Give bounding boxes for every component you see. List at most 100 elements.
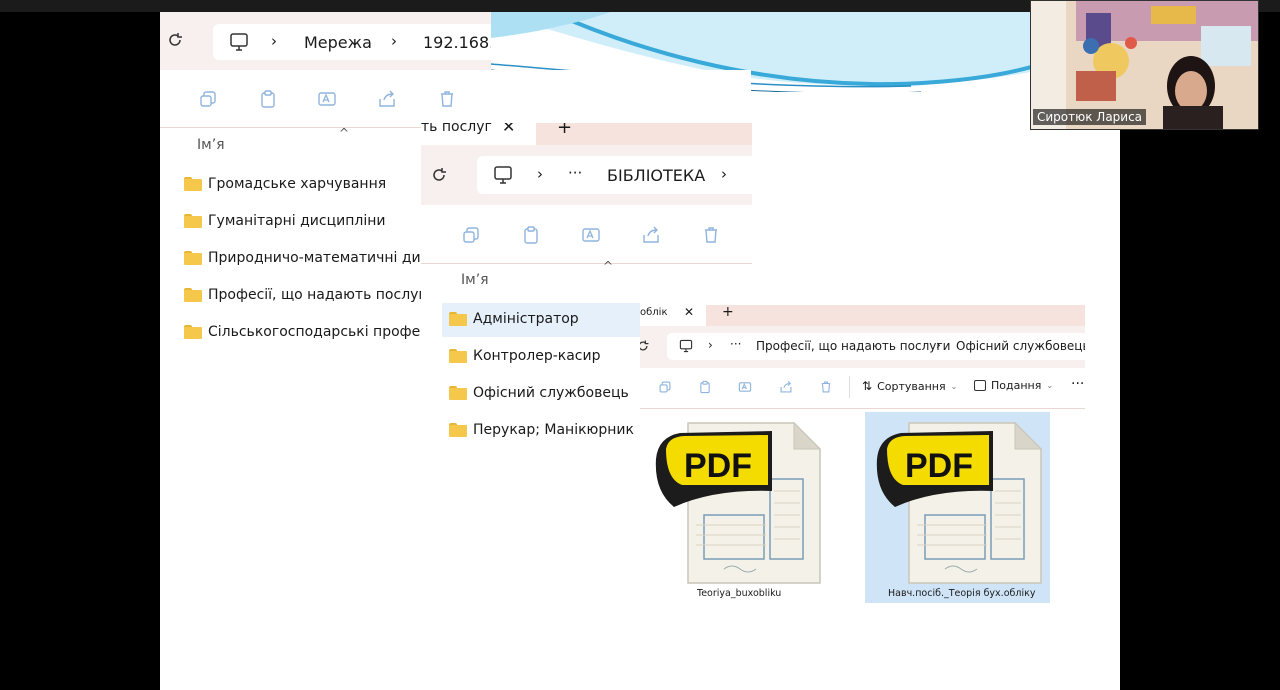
explorer-window-office-clerk: облік ✕ + › ··· Професії, що надають пос… bbox=[640, 305, 1085, 680]
share-icon[interactable] bbox=[641, 225, 661, 245]
refresh-icon[interactable] bbox=[640, 339, 650, 353]
more-icon[interactable]: ··· bbox=[730, 337, 741, 351]
sort-label: Сортування bbox=[877, 379, 946, 393]
new-tab-icon[interactable]: + bbox=[557, 123, 572, 138]
chevron-right-icon: › bbox=[537, 165, 543, 183]
view-icon bbox=[974, 380, 986, 391]
folder-row[interactable]: Професії, що надають послуги bbox=[184, 287, 435, 303]
breadcrumb-item[interactable]: БІБЛІОТЕКА bbox=[607, 166, 705, 185]
computer-icon[interactable] bbox=[229, 32, 249, 52]
delete-icon[interactable] bbox=[819, 380, 833, 394]
pdf-file-icon: PDF bbox=[876, 421, 1043, 584]
rename-icon[interactable] bbox=[317, 89, 337, 109]
divider bbox=[849, 376, 850, 398]
column-header-name[interactable]: Ім’я bbox=[461, 272, 489, 288]
command-bar bbox=[421, 205, 752, 264]
chevron-down-icon: ⌄ bbox=[1046, 381, 1054, 390]
chevron-right-icon: › bbox=[708, 338, 713, 352]
file-name: Навч.посіб._Теорія бух.обліку bbox=[888, 588, 1036, 599]
delete-icon[interactable] bbox=[437, 89, 457, 109]
folder-row[interactable]: Контролер-касир bbox=[449, 348, 600, 364]
command-bar bbox=[160, 70, 491, 128]
refresh-icon[interactable] bbox=[166, 31, 184, 49]
paste-icon[interactable] bbox=[258, 89, 278, 109]
folder-icon bbox=[184, 251, 202, 265]
svg-text:PDF: PDF bbox=[905, 447, 973, 485]
folder-row[interactable]: Офісний службовець bbox=[449, 385, 629, 401]
tab-strip: облік ✕ + bbox=[640, 305, 1085, 326]
chevron-right-icon: › bbox=[721, 165, 727, 183]
folder-row[interactable]: Громадське харчування bbox=[184, 176, 386, 192]
tab-label: ть послуг bbox=[421, 123, 492, 135]
refresh-icon[interactable] bbox=[430, 166, 448, 184]
column-header-name[interactable]: Ім’я bbox=[197, 137, 225, 153]
sort-icon: ⇅ bbox=[862, 379, 873, 393]
sort-button[interactable]: ⇅ Сортування ⌄ bbox=[862, 379, 957, 393]
command-bar: ⇅ Сортування ⌄ Подання ⌄ ··· bbox=[640, 368, 1085, 409]
folder-row[interactable]: Адміністратор bbox=[449, 311, 579, 327]
share-icon[interactable] bbox=[779, 380, 793, 394]
close-tab-icon[interactable]: ✕ bbox=[502, 123, 515, 136]
computer-icon[interactable] bbox=[493, 165, 513, 185]
folder-name: Гуманітарні дисципліни bbox=[208, 213, 386, 229]
rename-icon[interactable] bbox=[738, 380, 752, 394]
folder-row[interactable]: Природничо-математичні дис bbox=[184, 250, 428, 266]
sort-up-icon: ^ bbox=[339, 126, 350, 140]
copy-icon[interactable] bbox=[198, 89, 218, 109]
copy-icon[interactable] bbox=[461, 225, 481, 245]
folder-icon bbox=[184, 214, 202, 228]
svg-text:PDF: PDF bbox=[684, 447, 752, 485]
sort-up-icon: ^ bbox=[603, 259, 614, 273]
chevron-right-icon: › bbox=[936, 338, 941, 352]
paste-icon[interactable] bbox=[521, 225, 541, 245]
file-tile[interactable]: PDF Teoriya_buxobliku bbox=[654, 413, 839, 603]
address-bar: › ··· Професії, що надають послуги › Офі… bbox=[640, 326, 1085, 369]
breadcrumb-item[interactable]: Офісний службовець bbox=[956, 339, 1085, 353]
folder-name: Контролер-касир bbox=[473, 348, 601, 364]
folder-icon bbox=[449, 312, 467, 326]
rename-icon[interactable] bbox=[581, 225, 601, 245]
chevron-right-icon: › bbox=[271, 32, 277, 50]
tab-active[interactable]: облік ✕ bbox=[640, 305, 706, 326]
folder-icon bbox=[449, 349, 467, 363]
folder-icon bbox=[449, 386, 467, 400]
breadcrumb-item[interactable]: Мережа bbox=[304, 33, 372, 52]
chevron-down-icon: ⌄ bbox=[950, 381, 958, 391]
file-tile-selected[interactable]: PDF Навч.посіб._Теорія бух.обліку bbox=[865, 412, 1050, 603]
share-icon[interactable] bbox=[377, 89, 397, 109]
folder-name: Професії, що надають послуги bbox=[208, 287, 435, 303]
paste-icon[interactable] bbox=[698, 380, 712, 394]
folder-icon bbox=[184, 325, 202, 339]
breadcrumb[interactable]: › ··· БІБЛІОТЕКА › bbox=[477, 156, 752, 194]
close-tab-icon[interactable]: ✕ bbox=[684, 305, 694, 319]
file-name: Teoriya_buxobliku bbox=[697, 588, 782, 599]
folder-row[interactable]: Сільськогосподарські професі bbox=[184, 324, 432, 340]
delete-icon[interactable] bbox=[701, 225, 721, 245]
breadcrumb[interactable]: › ··· Професії, що надають послуги › Офі… bbox=[667, 333, 1085, 360]
copy-icon[interactable] bbox=[658, 380, 672, 394]
participant-name: Сиротюк Лариса bbox=[1033, 109, 1147, 125]
video-participant-tile[interactable]: Сиротюк Лариса bbox=[1030, 0, 1259, 130]
folder-icon bbox=[184, 177, 202, 191]
folder-name: Адміністратор bbox=[473, 311, 579, 327]
folder-name: Офісний службовець bbox=[473, 385, 629, 401]
folder-name: Природничо-математичні дис bbox=[208, 250, 429, 266]
folder-name: Громадське харчування bbox=[208, 176, 387, 192]
view-label: Подання bbox=[991, 379, 1042, 392]
new-tab-icon[interactable]: + bbox=[722, 305, 734, 320]
chevron-right-icon: › bbox=[391, 32, 397, 50]
breadcrumb[interactable]: › Мережа › 192.168.0 bbox=[213, 24, 491, 60]
address-bar: › Мережа › 192.168.0 bbox=[160, 12, 491, 71]
folder-row[interactable]: Перукар; Манікюрник bbox=[449, 422, 634, 438]
computer-icon[interactable] bbox=[679, 339, 693, 353]
view-button[interactable]: Подання ⌄ bbox=[974, 379, 1053, 392]
folder-row[interactable]: Гуманітарні дисципліни bbox=[184, 213, 385, 229]
command-bar-extension bbox=[491, 70, 751, 127]
folder-icon bbox=[449, 423, 467, 437]
breadcrumb-item[interactable]: Професії, що надають послуги bbox=[756, 339, 950, 353]
breadcrumb-item[interactable]: 192.168.0 bbox=[423, 33, 491, 52]
more-options-icon[interactable]: ··· bbox=[1071, 376, 1084, 392]
more-icon[interactable]: ··· bbox=[568, 164, 582, 182]
pdf-file-icon: PDF bbox=[655, 421, 822, 584]
address-bar: › ··· БІБЛІОТЕКА › bbox=[421, 145, 752, 206]
